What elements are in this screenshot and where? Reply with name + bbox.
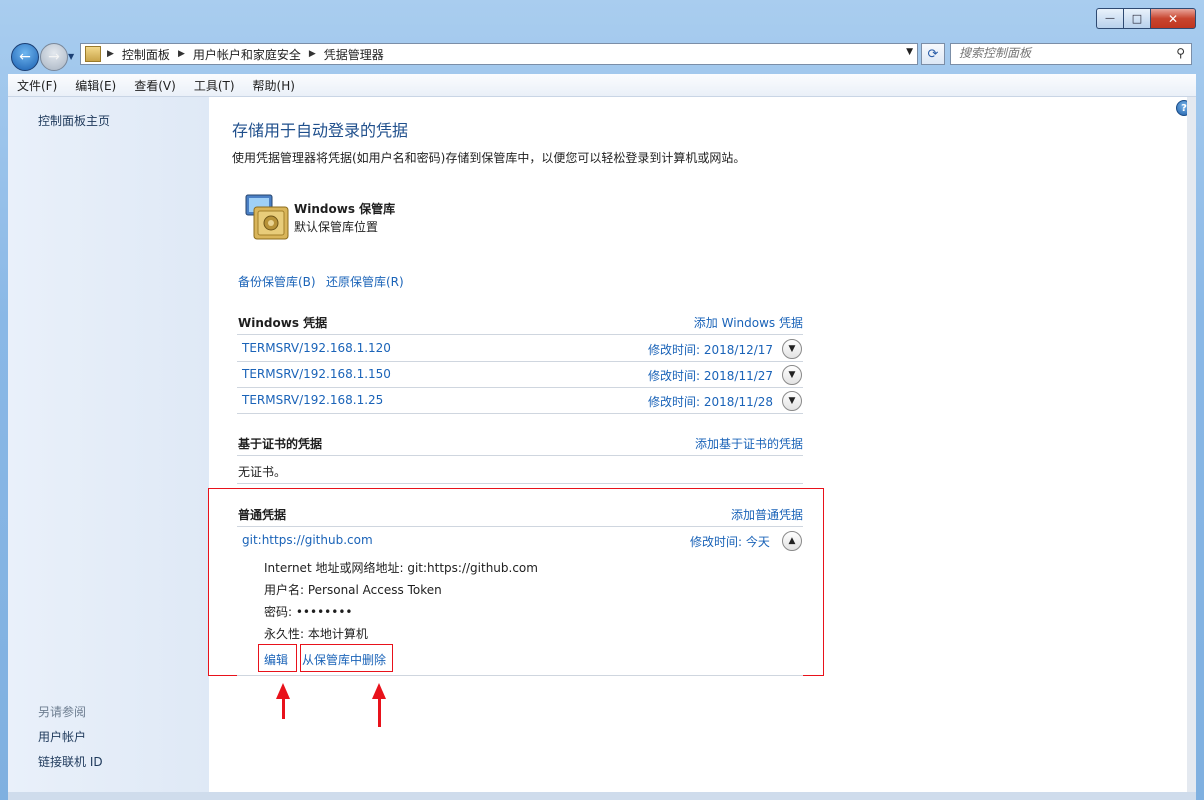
vault-name: Windows 保管库: [294, 202, 396, 216]
credential-item-termsrv-120[interactable]: TERMSRV/192.168.1.120: [242, 341, 391, 355]
divider: [237, 413, 803, 414]
menu-edit[interactable]: 编辑(E): [66, 77, 125, 94]
scrollbar[interactable]: [1187, 97, 1196, 792]
search-input[interactable]: [951, 44, 1169, 62]
restore-vault-link[interactable]: 还原保管库(R): [326, 273, 404, 290]
sidebar-see-also-heading: 另请参阅: [38, 705, 87, 719]
menu-view[interactable]: 查看(V): [125, 77, 185, 94]
forward-button[interactable]: →: [40, 43, 68, 71]
menu-tools[interactable]: 工具(T): [185, 77, 244, 94]
expand-chevron-icon[interactable]: ▼: [782, 365, 802, 385]
divider: [237, 361, 803, 362]
breadcrumb-user-accounts[interactable]: 用户帐户和家庭安全: [193, 46, 301, 63]
sidebar: 控制面板主页 另请参阅 用户帐户 链接联机 ID: [8, 97, 209, 792]
credential-item-github[interactable]: git:https://github.com: [242, 533, 373, 547]
breadcrumb-separator-icon[interactable]: ▶: [178, 49, 185, 59]
windows-credentials-heading: Windows 凭据: [238, 316, 328, 330]
edit-credential-link[interactable]: 编辑: [264, 651, 288, 668]
window-controls: — □ ✕: [1096, 8, 1196, 29]
vault-icon: [245, 194, 289, 240]
divider: [237, 483, 803, 484]
credential-address: Internet 地址或网络地址: git:https://github.com: [264, 561, 538, 575]
credential-modified-date: 修改时间: 2018/12/17: [648, 343, 774, 357]
breadcrumb-credential-manager[interactable]: 凭据管理器: [324, 46, 384, 63]
divider: [237, 334, 803, 335]
credential-modified-date: 修改时间: 今天: [690, 535, 770, 549]
expand-chevron-icon[interactable]: ▼: [782, 339, 802, 359]
content-area: 控制面板主页 另请参阅 用户帐户 链接联机 ID ? 存储用于自动登录的凭据 使…: [8, 97, 1196, 792]
credential-modified-date: 修改时间: 2018/11/27: [648, 369, 774, 383]
expand-chevron-icon[interactable]: ▼: [782, 391, 802, 411]
backup-vault-link[interactable]: 备份保管库(B): [238, 273, 316, 290]
add-certificate-credential-link[interactable]: 添加基于证书的凭据: [695, 435, 803, 452]
address-dropdown-icon[interactable]: ▼: [906, 47, 913, 57]
remove-from-vault-link[interactable]: 从保管库中删除: [302, 651, 386, 668]
certificate-credentials-heading: 基于证书的凭据: [238, 437, 323, 451]
credential-username: 用户名: Personal Access Token: [264, 583, 442, 597]
breadcrumb-separator-icon[interactable]: ▶: [107, 49, 114, 59]
address-bar[interactable]: ▶ 控制面板 ▶ 用户帐户和家庭安全 ▶ 凭据管理器 ▼: [80, 43, 918, 65]
maximize-button[interactable]: □: [1123, 8, 1150, 29]
minimize-button[interactable]: —: [1096, 8, 1123, 29]
generic-credentials-heading: 普通凭据: [238, 508, 287, 522]
divider: [237, 526, 803, 527]
credential-password: 密码: ••••••••: [264, 605, 353, 619]
window-frame: — □ ✕ ← → ▼ ▶ 控制面板 ▶ 用户帐户和家庭安全 ▶ 凭据管理器 ▼…: [0, 0, 1204, 800]
sidebar-item-control-panel-home[interactable]: 控制面板主页: [38, 112, 110, 129]
back-button[interactable]: ←: [11, 43, 39, 71]
menu-help[interactable]: 帮助(H): [244, 77, 304, 94]
add-windows-credential-link[interactable]: 添加 Windows 凭据: [694, 314, 803, 331]
status-bar: [8, 792, 1196, 800]
sidebar-item-link-online-id[interactable]: 链接联机 ID: [38, 753, 103, 770]
breadcrumb: ▶ 控制面板 ▶ 用户帐户和家庭安全 ▶ 凭据管理器: [107, 46, 384, 63]
close-button[interactable]: ✕: [1150, 8, 1196, 29]
title-bar: — □ ✕: [0, 0, 1204, 38]
breadcrumb-separator-icon[interactable]: ▶: [309, 49, 316, 59]
credential-persistence: 永久性: 本地计算机: [264, 627, 368, 641]
refresh-button[interactable]: ⟳: [921, 43, 945, 65]
search-box[interactable]: ⚲: [950, 43, 1192, 65]
recent-pages-dropdown-icon[interactable]: ▼: [68, 52, 74, 61]
no-certificates-text: 无证书。: [238, 465, 287, 479]
divider: [237, 455, 803, 456]
credential-item-termsrv-25[interactable]: TERMSRV/192.168.1.25: [242, 393, 383, 407]
divider: [237, 387, 803, 388]
page-description: 使用凭据管理器将凭据(如用户名和密码)存储到保管库中，以便您可以轻松登录到计算机…: [232, 151, 746, 165]
breadcrumb-control-panel[interactable]: 控制面板: [122, 46, 170, 63]
vault-location: 默认保管库位置: [294, 220, 379, 234]
menu-bar: 文件(F) 编辑(E) 查看(V) 工具(T) 帮助(H): [8, 74, 1196, 97]
collapse-chevron-icon[interactable]: ▲: [782, 531, 802, 551]
sidebar-item-user-accounts[interactable]: 用户帐户: [38, 728, 86, 745]
add-generic-credential-link[interactable]: 添加普通凭据: [731, 506, 803, 523]
credential-item-termsrv-150[interactable]: TERMSRV/192.168.1.150: [242, 367, 391, 381]
search-icon[interactable]: ⚲: [1176, 46, 1185, 60]
refresh-icon: ⟳: [927, 46, 939, 62]
credential-modified-date: 修改时间: 2018/11/28: [648, 395, 774, 409]
divider: [237, 675, 803, 676]
control-panel-icon: [85, 46, 101, 62]
page-title: 存储用于自动登录的凭据: [232, 121, 409, 140]
menu-file[interactable]: 文件(F): [8, 77, 66, 94]
